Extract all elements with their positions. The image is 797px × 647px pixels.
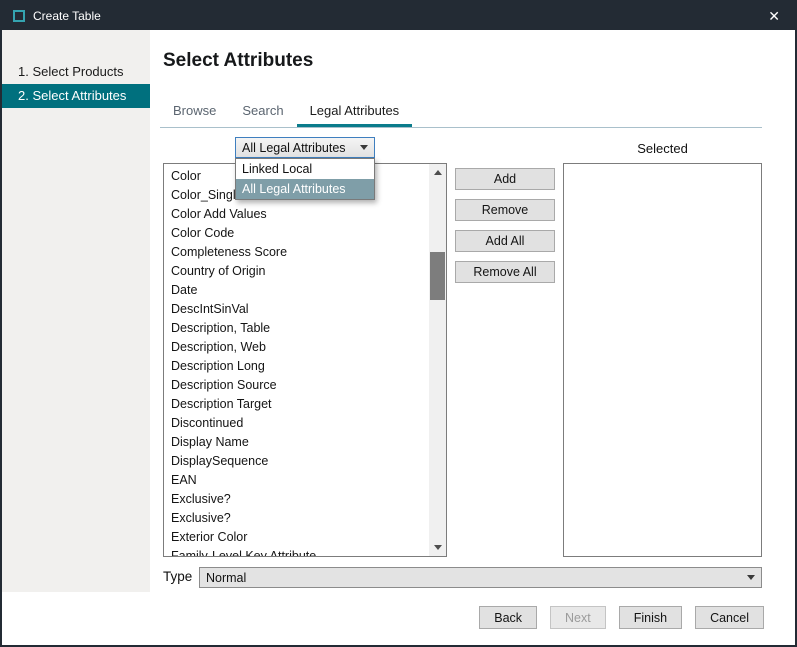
list-item[interactable]: Description Target [164,395,429,414]
list-item[interactable]: DescIntSinVal [164,300,429,319]
chevron-down-icon [360,145,368,150]
list-item[interactable]: Family-Level Key Attribute [164,547,429,556]
app-icon [13,10,25,22]
tab-separator-line [160,127,762,128]
list-item[interactable]: Exclusive? [164,490,429,509]
dropdown-option[interactable]: Linked Local [236,159,374,179]
list-item[interactable]: Discontinued [164,414,429,433]
transfer-actions: Add Remove Add All Remove All [455,168,555,283]
filter-dropdown-value: All Legal Attributes [242,141,346,155]
filter-dropdown-options: Linked Local All Legal Attributes [235,158,375,200]
list-item[interactable]: Completeness Score [164,243,429,262]
back-button[interactable]: Back [479,606,537,629]
list-item[interactable]: EAN [164,471,429,490]
cancel-button[interactable]: Cancel [695,606,764,629]
list-item[interactable]: Description, Table [164,319,429,338]
window-title: Create Table [33,9,101,23]
wizard-steps-sidebar: 1. Select Products 2. Select Attributes [2,30,150,592]
tab[interactable]: Browse [160,95,229,127]
list-item[interactable]: Description Source [164,376,429,395]
remove-all-button[interactable]: Remove All [455,261,555,283]
close-icon[interactable]: ✕ [764,7,784,25]
create-table-dialog: Create Table ✕ 1. Select Products 2. Sel… [0,0,797,647]
scrollbar-thumb[interactable] [430,252,445,300]
list-item[interactable]: Description, Web [164,338,429,357]
scrollbar[interactable] [429,164,446,556]
legal-attributes-filter-dropdown[interactable]: All Legal Attributes [235,137,375,158]
wizard-step[interactable]: 1. Select Products [2,60,150,84]
next-button[interactable]: Next [550,606,606,629]
type-dropdown[interactable]: Normal [199,567,762,588]
list-item[interactable]: Description Long [164,357,429,376]
chevron-down-icon [747,575,755,580]
selected-attributes-list[interactable] [563,163,762,557]
tab[interactable]: Search [229,95,296,127]
list-item[interactable]: Exterior Color [164,528,429,547]
finish-button[interactable]: Finish [619,606,682,629]
scroll-down-icon[interactable] [429,539,446,556]
add-button[interactable]: Add [455,168,555,190]
remove-button[interactable]: Remove [455,199,555,221]
type-dropdown-value: Normal [206,571,246,585]
wizard-step[interactable]: 2. Select Attributes [2,84,150,108]
list-item[interactable]: Country of Origin [164,262,429,281]
type-label: Type [163,569,192,584]
page-title: Select Attributes [163,50,313,72]
title-bar: Create Table ✕ [2,2,795,30]
selected-list-label: Selected [563,141,762,156]
tab-bar: Browse Search Legal Attributes [160,95,412,127]
tab[interactable]: Legal Attributes [297,95,413,127]
list-item[interactable]: Exclusive? [164,509,429,528]
list-item[interactable]: DisplaySequence [164,452,429,471]
scroll-up-icon[interactable] [429,164,446,181]
add-all-button[interactable]: Add All [455,230,555,252]
available-attributes-list: Color Color_SingleValue Color Add Values… [163,163,447,557]
list-item[interactable]: Color Add Values [164,205,429,224]
list-item[interactable]: Display Name [164,433,429,452]
dialog-footer: Back Next Finish Cancel [479,606,764,629]
list-item[interactable]: Color Code [164,224,429,243]
list-item[interactable]: Date [164,281,429,300]
available-attributes-items: Color Color_SingleValue Color Add Values… [164,167,429,556]
dropdown-option[interactable]: All Legal Attributes [236,179,374,199]
